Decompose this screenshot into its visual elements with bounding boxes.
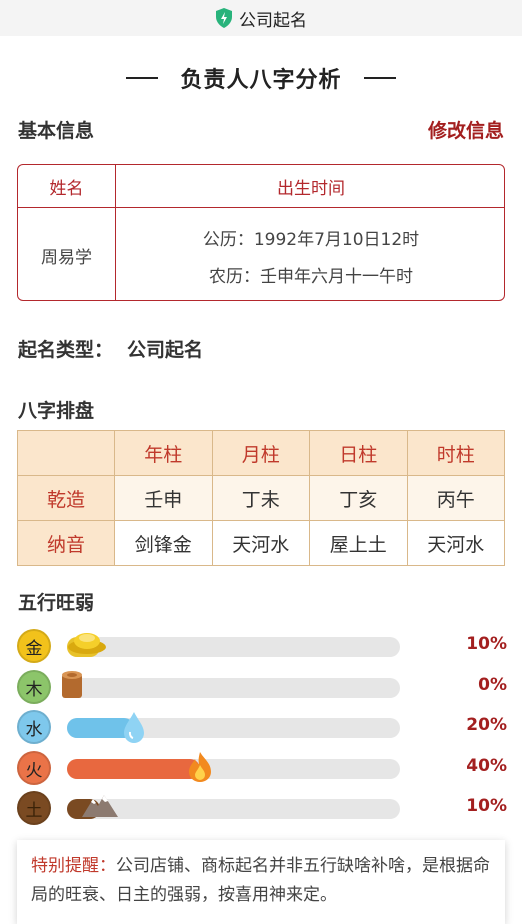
wuxing-fill <box>67 759 201 779</box>
naming-type-value: 公司起名 <box>127 339 204 361</box>
mountain-icon <box>82 795 119 817</box>
wuxing-track <box>67 752 400 782</box>
wuxing-badge: 木 <box>17 670 51 704</box>
app-title: 公司起名 <box>239 10 307 31</box>
wuxing-row-earth: 土 10% <box>17 790 507 826</box>
bazi-cell: 丙午 <box>406 475 505 521</box>
col-year: 年柱 <box>114 430 213 476</box>
col-day: 日柱 <box>309 430 408 476</box>
bazi-table: 年柱 月柱 日柱 时柱 乾造 壬申 丁未 丁亥 丙午 纳音 剑锋金 天河水 屋上… <box>17 430 505 566</box>
basic-info-table: 姓名 出生时间 周易学 公历：1992年7月10日12时 农历：壬申年六月十一午… <box>17 164 505 301</box>
naming-type-label: 起名类型： <box>18 339 114 361</box>
person-name: 周易学 <box>41 248 92 268</box>
wuxing-track <box>67 633 400 657</box>
wood-log-icon <box>62 671 82 698</box>
bazi-corner <box>17 430 115 476</box>
wuxing-percent: 40% <box>466 756 507 776</box>
col-month: 月柱 <box>211 430 310 476</box>
bazi-row-qianzao: 乾造 壬申 丁未 丁亥 丙午 <box>17 475 505 521</box>
bazi-cell: 天河水 <box>406 520 505 566</box>
wuxing-badge: 金 <box>17 629 51 663</box>
wuxing-title: 五行旺弱 <box>18 592 95 614</box>
wuxing-percent: 0% <box>478 675 507 695</box>
notice-label: 特别提醒： <box>31 856 116 876</box>
special-notice: 特别提醒：公司店铺、商标起名并非五行缺啥补啥，是根据命局的旺衰、日主的强弱，按喜… <box>17 840 505 924</box>
wuxing-badge: 土 <box>17 791 51 825</box>
col-hour: 时柱 <box>406 430 505 476</box>
wuxing-badge: 火 <box>17 751 51 785</box>
bazi-row-nayin: 纳音 剑锋金 天河水 屋上土 天河水 <box>17 520 505 566</box>
shield-bolt-icon <box>216 8 232 28</box>
bazi-header-row: 年柱 月柱 日柱 时柱 <box>17 430 505 476</box>
top-bar: 公司起名 <box>0 0 522 36</box>
flame-icon <box>189 752 212 782</box>
basic-info-title: 基本信息 <box>18 120 95 142</box>
bazi-cell: 剑锋金 <box>114 520 213 566</box>
bazi-cell: 天河水 <box>211 520 310 566</box>
gold-ingot-icon <box>68 633 106 654</box>
name-header: 姓名 <box>49 179 84 199</box>
wuxing-row-fire: 火 40% <box>17 750 507 786</box>
birth-dates: 公历：1992年7月10日12时 农历：壬申年六月十一午时 <box>116 209 504 300</box>
bazi-cell: 屋上土 <box>309 520 408 566</box>
bazi-cell: 丁未 <box>211 475 310 521</box>
title-dash-left <box>126 77 159 79</box>
page-title: 负责人八字分析 <box>0 58 522 98</box>
wuxing-track <box>67 712 400 743</box>
wuxing-badge: 水 <box>17 710 51 744</box>
wuxing-row-wood: 木 0% <box>17 669 507 705</box>
lunar-date: 农历：壬申年六月十一午时 <box>209 266 413 287</box>
wuxing-track <box>67 795 400 819</box>
wuxing-percent: 10% <box>466 634 507 654</box>
page-title-text: 负责人八字分析 <box>180 68 342 93</box>
wuxing-row-metal: 金 10% <box>17 628 507 664</box>
title-dash-right <box>363 77 396 79</box>
wuxing-row-water: 水 20% <box>17 709 507 745</box>
naming-type: 起名类型： 公司起名 <box>18 335 203 362</box>
wuxing-percent: 20% <box>466 715 507 735</box>
row-label-qianzao: 乾造 <box>17 475 115 521</box>
solar-date: 公历：1992年7月10日12时 <box>202 229 420 250</box>
edit-info-link[interactable]: 修改信息 <box>428 116 504 143</box>
row-label-nayin: 纳音 <box>17 520 115 566</box>
bazi-cell: 壬申 <box>114 475 213 521</box>
bazi-cell: 丁亥 <box>309 475 408 521</box>
wuxing-track <box>62 671 400 698</box>
birth-header: 出生时间 <box>277 179 345 199</box>
wuxing-percent: 10% <box>466 796 507 816</box>
bazi-title: 八字排盘 <box>18 400 95 422</box>
water-drop-icon <box>123 712 144 743</box>
